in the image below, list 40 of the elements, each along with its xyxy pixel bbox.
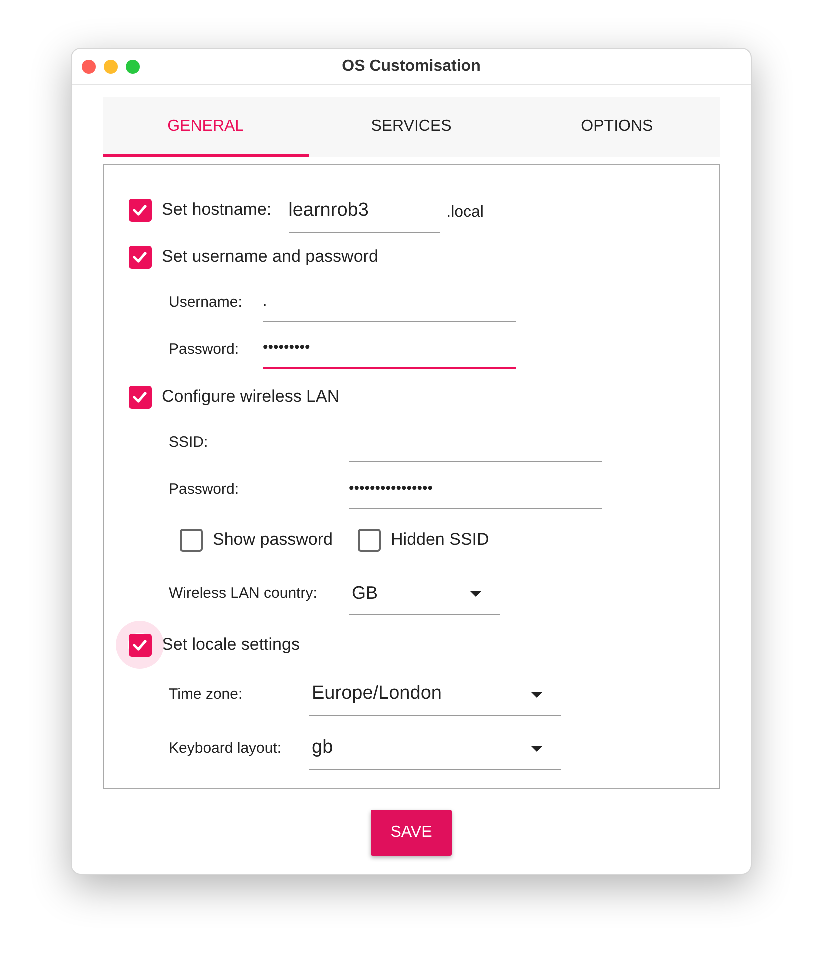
- checkbox[interactable]: [180, 528, 202, 552]
- checkbox[interactable]: [128, 386, 152, 408]
- field-label: SSID:: [169, 433, 210, 454]
- checkbox-label: Configure wireless LAN: [162, 386, 340, 408]
- text-field[interactable]: .: [263, 286, 516, 322]
- checkbox[interactable]: [128, 246, 152, 268]
- field-label: Keyboard layout:: [169, 738, 283, 759]
- field-label: Time zone:: [169, 684, 244, 705]
- tab[interactable]: OPTIONS: [514, 97, 720, 157]
- hostname-field[interactable]: learnrob3: [288, 197, 440, 233]
- checkbox[interactable]: [358, 528, 381, 552]
- field-label: Password:: [169, 340, 240, 360]
- checkbox[interactable]: [128, 198, 152, 222]
- checkmark-icon: [133, 204, 147, 216]
- checkbox[interactable]: [128, 634, 152, 656]
- checkmark-icon: [133, 640, 147, 650]
- save-button[interactable]: SAVE: [371, 810, 452, 856]
- checkbox-label: Hidden SSID: [391, 529, 490, 552]
- field-label: Username:: [169, 293, 244, 314]
- domain-suffix: .local: [446, 202, 484, 222]
- close-icon[interactable]: [82, 60, 96, 74]
- caret-down-icon: [531, 692, 543, 698]
- checkbox-label: Show password: [213, 529, 334, 552]
- field-label: Password:: [169, 480, 240, 500]
- checkmark-icon: [133, 252, 147, 262]
- dropdown[interactable]: GB: [349, 573, 500, 615]
- text-field[interactable]: ••••••••••••••••: [349, 472, 602, 508]
- field-label: Wireless LAN country:: [169, 584, 318, 604]
- dropdown[interactable]: gb: [309, 728, 561, 770]
- tab[interactable]: SERVICES: [308, 97, 514, 157]
- checkbox-label: Set locale settings: [162, 634, 300, 656]
- caret-down-icon: [531, 746, 543, 752]
- tab[interactable]: GENERAL: [103, 97, 309, 157]
- checkbox-label: Set hostname:: [162, 199, 272, 222]
- text-field[interactable]: •••••••••: [263, 332, 516, 368]
- checkmark-icon: [133, 392, 147, 402]
- dropdown[interactable]: Europe/London: [309, 674, 561, 716]
- window-title: OS Customisation: [342, 56, 481, 76]
- caret-down-icon: [470, 590, 482, 596]
- checkbox-label: Set username and password: [162, 246, 378, 268]
